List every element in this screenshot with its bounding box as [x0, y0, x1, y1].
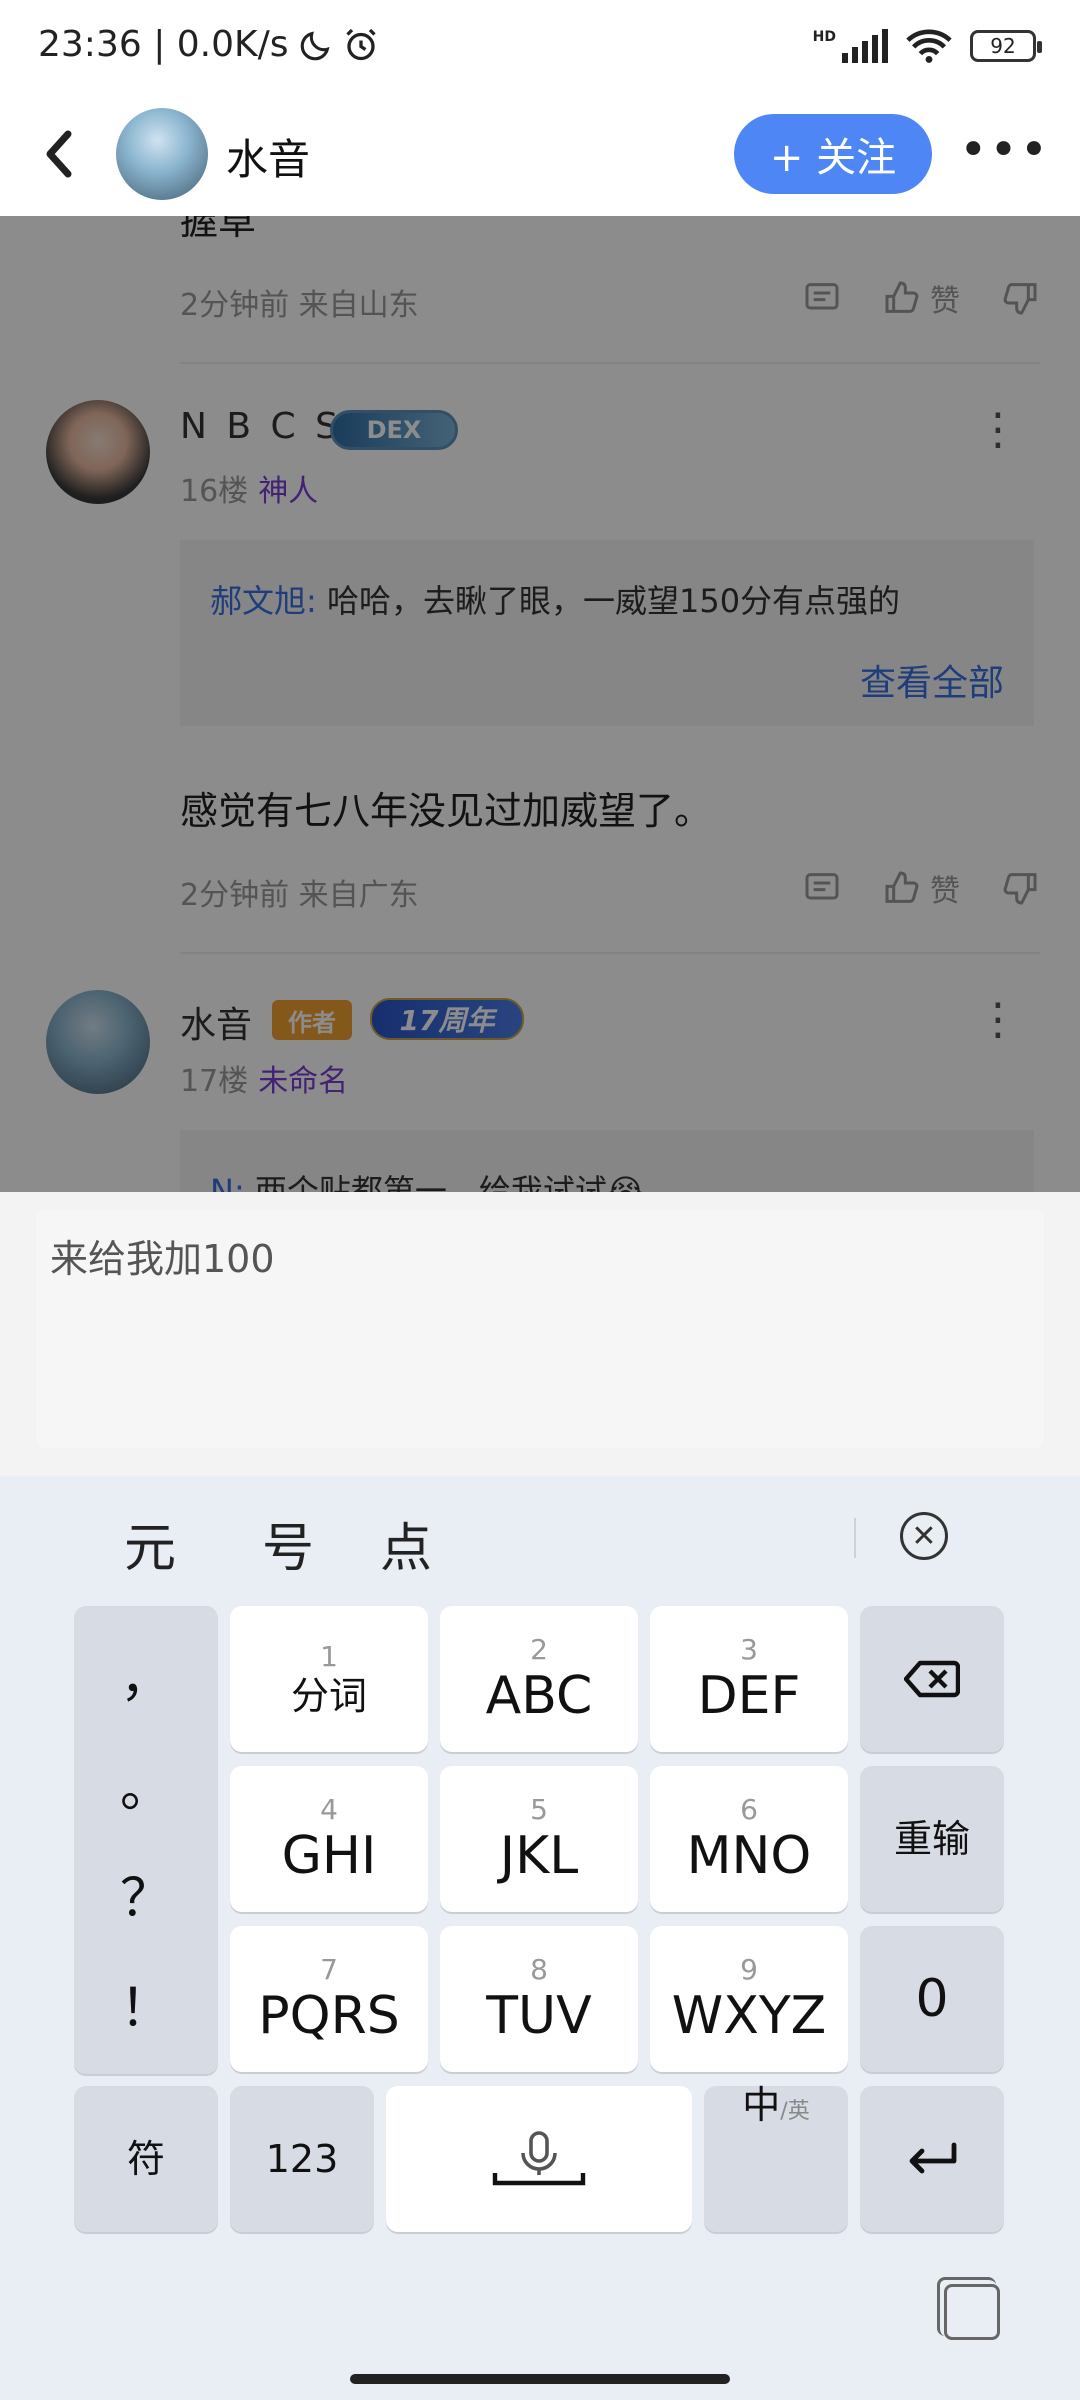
- follow-button[interactable]: + 关注: [734, 114, 932, 194]
- candidate-word[interactable]: 点: [380, 1506, 432, 1581]
- key-label: JKL: [499, 1826, 579, 1886]
- backspace-icon: [904, 1660, 960, 1698]
- key-3[interactable]: 3 DEF: [650, 1606, 848, 1752]
- keyboard: 元 号 点 ✕ ， 。 ？ ！ 1 分词 2 ABC 3 DEF 4 GHI 5 JKL …: [0, 1476, 1080, 2400]
- key-label: MNO: [686, 1826, 812, 1886]
- key-1[interactable]: 1 分词: [230, 1606, 428, 1752]
- back-button[interactable]: [30, 124, 90, 184]
- more-icon[interactable]: •••: [959, 122, 1050, 178]
- key-number: 2: [530, 1633, 548, 1666]
- key-9[interactable]: 9 WXYZ: [650, 1926, 848, 2072]
- status-bar: 23:36 | 0.0K/s HD 92: [0, 0, 1080, 96]
- enter-icon: [909, 2142, 957, 2174]
- close-candidates-icon[interactable]: ✕: [900, 1512, 948, 1560]
- app-header: 水音 + 关注 •••: [0, 96, 1080, 216]
- key-number: 6: [740, 1793, 758, 1826]
- key-label: WXYZ: [671, 1986, 827, 2046]
- language-switch-key[interactable]: 中/英: [704, 2086, 848, 2232]
- microphone-icon: [492, 2131, 586, 2186]
- zero-key[interactable]: 0: [860, 1926, 1004, 2072]
- key-number: 3: [740, 1633, 758, 1666]
- battery-icon: 92: [970, 30, 1042, 62]
- key-number: 1: [320, 1640, 338, 1673]
- key-number: 9: [740, 1953, 758, 1986]
- alarm-icon: [345, 28, 376, 60]
- wifi-icon: [906, 29, 952, 63]
- punct-key[interactable]: ！: [74, 1966, 218, 2041]
- signal-icon: [842, 29, 888, 63]
- enter-key[interactable]: [860, 2086, 1004, 2232]
- candidate-divider: [854, 1518, 856, 1558]
- key-label: 123: [265, 2137, 339, 2181]
- key-label: PQRS: [258, 1986, 400, 2046]
- network-type: HD: [812, 29, 836, 45]
- chevron-left-icon: [46, 130, 72, 178]
- avatar[interactable]: [116, 108, 208, 200]
- reinput-key[interactable]: 重输: [860, 1766, 1004, 1912]
- key-label: 0: [915, 1969, 949, 2029]
- punct-key[interactable]: ？: [74, 1856, 218, 1931]
- key-sublabel: /英: [780, 2099, 810, 2124]
- status-right: HD 92: [812, 28, 1042, 64]
- moon-icon: [300, 30, 330, 60]
- punct-key[interactable]: ，: [74, 1636, 218, 1711]
- backspace-key[interactable]: [860, 1606, 1004, 1752]
- key-label: ABC: [485, 1666, 593, 1726]
- key-label: TUV: [486, 1986, 592, 2046]
- battery-level: 92: [990, 34, 1016, 58]
- candidate-word[interactable]: 号: [262, 1506, 314, 1581]
- candidate-word[interactable]: 元: [124, 1506, 176, 1581]
- key-label: GHI: [281, 1826, 377, 1886]
- key-5[interactable]: 5 JKL: [440, 1766, 638, 1912]
- key-6[interactable]: 6 MNO: [650, 1766, 848, 1912]
- dim-overlay[interactable]: [0, 216, 1080, 1192]
- key-label: 分词: [290, 1674, 367, 1718]
- status-time: 23:36 | 0.0K/s: [38, 24, 289, 65]
- key-4[interactable]: 4 GHI: [230, 1766, 428, 1912]
- key-number: 8: [530, 1953, 548, 1986]
- page-title: 水音: [226, 135, 311, 184]
- reply-panel: 来给我加100: [0, 1192, 1080, 1476]
- key-number: 5: [530, 1793, 548, 1826]
- clipboard-icon[interactable]: [937, 2277, 1000, 2340]
- reply-input-value: 来给我加100: [50, 1237, 275, 1281]
- candidate-bar: 元 号 点 ✕: [0, 1476, 1080, 1596]
- key-label: DEF: [697, 1666, 801, 1726]
- reply-input[interactable]: 来给我加100: [36, 1210, 1044, 1448]
- punct-key[interactable]: 。: [74, 1746, 218, 1821]
- status-left: 23:36 | 0.0K/s: [38, 24, 379, 65]
- key-8[interactable]: 8 TUV: [440, 1926, 638, 2072]
- key-number: 4: [320, 1793, 338, 1826]
- symbols-key[interactable]: 符: [74, 2086, 218, 2232]
- key-2[interactable]: 2 ABC: [440, 1606, 638, 1752]
- punctuation-column[interactable]: ， 。 ？ ！: [74, 1606, 218, 2074]
- key-label: 重输: [893, 1817, 970, 1861]
- space-key[interactable]: [386, 2086, 692, 2232]
- key-label: 符: [126, 2137, 165, 2181]
- number-mode-key[interactable]: 123: [230, 2086, 374, 2232]
- home-indicator[interactable]: [350, 2374, 730, 2384]
- key-7[interactable]: 7 PQRS: [230, 1926, 428, 2072]
- key-label: 中: [742, 2083, 781, 2127]
- key-number: 7: [320, 1953, 338, 1986]
